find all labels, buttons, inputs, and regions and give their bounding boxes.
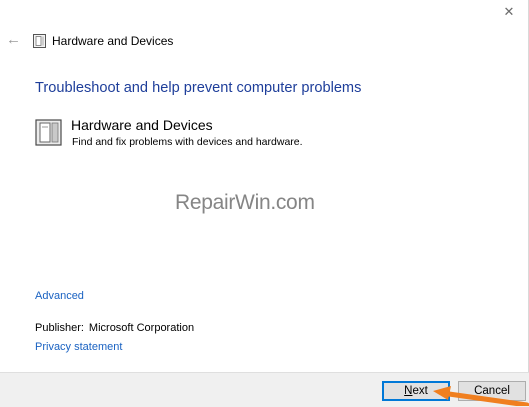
publisher-value: Microsoft Corporation	[88, 322, 195, 334]
back-arrow-icon: ←	[6, 31, 21, 48]
hardware-device-icon	[33, 34, 46, 48]
close-button[interactable]: ✕	[494, 2, 524, 22]
page-title: Troubleshoot and help prevent computer p…	[35, 80, 362, 96]
publisher-info: Publisher: Microsoft Corporation	[35, 322, 194, 335]
next-label-rest: ext	[412, 385, 428, 397]
watermark-text: RepairWin.com	[175, 191, 315, 214]
publisher-label: Publisher:	[35, 322, 84, 334]
close-icon: ✕	[503, 4, 515, 19]
advanced-link[interactable]: Advanced	[35, 290, 84, 303]
troubleshooter-title: Hardware and Devices	[71, 117, 213, 133]
window-header-title: Hardware and Devices	[52, 34, 174, 48]
annotation-arrow-icon	[433, 386, 529, 406]
troubleshooter-description: Find and fix problems with devices and h…	[72, 136, 303, 148]
hardware-devices-icon	[35, 119, 62, 146]
back-button[interactable]: ←	[6, 31, 21, 48]
privacy-statement-link[interactable]: Privacy statement	[35, 341, 122, 354]
